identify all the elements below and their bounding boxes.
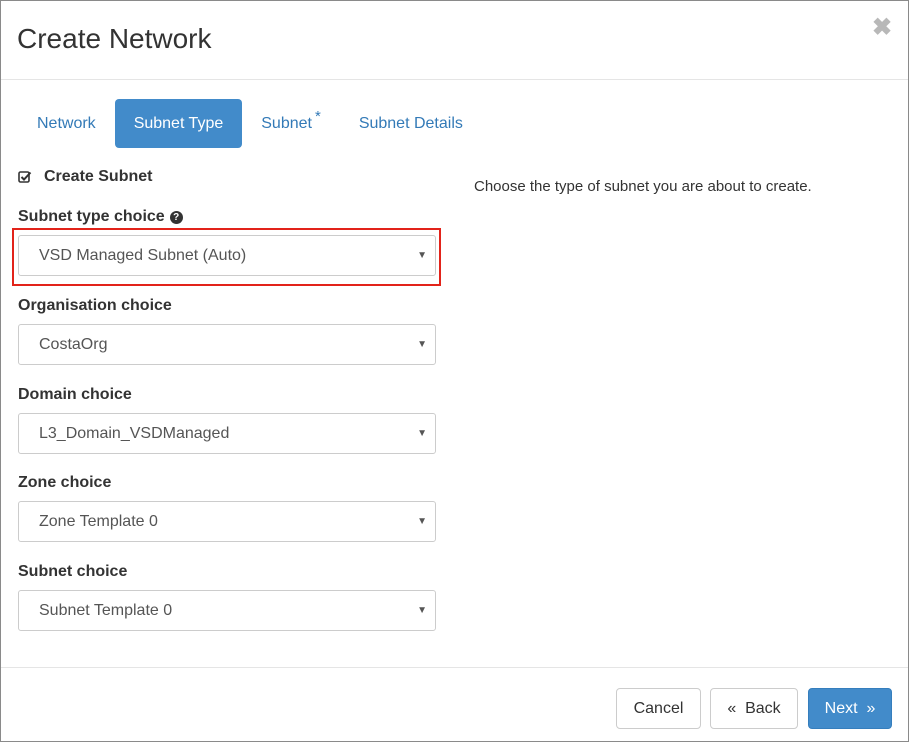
dialog-footer: Cancel « Back Next » (1, 667, 908, 741)
tab-label: Subnet Details (358, 115, 463, 132)
zone-value: Zone Template 0 (39, 513, 158, 530)
cancel-button[interactable]: Cancel (616, 688, 701, 729)
subnet-select[interactable]: Subnet Template 0 ▼ (18, 590, 436, 631)
close-icon[interactable]: ✖ (872, 16, 892, 40)
subnet-type-label-text: Subnet type choice (18, 208, 165, 225)
tab-subnet-type[interactable]: Subnet Type (114, 99, 243, 148)
create-network-dialog: Create Network ✖ Network Subnet Type Sub… (0, 0, 909, 742)
domain-value: L3_Domain_VSDManaged (39, 425, 230, 442)
caret-down-icon: ▼ (417, 516, 427, 527)
domain-label: Domain choice (18, 386, 132, 403)
tab-label: Subnet (261, 115, 312, 132)
checkbox-checked-icon[interactable] (18, 170, 32, 184)
caret-down-icon: ▼ (417, 250, 427, 261)
tab-label: Network (37, 115, 96, 132)
zone-label: Zone choice (18, 474, 112, 491)
tab-label: Subnet Type (133, 115, 224, 132)
question-circle-icon[interactable]: ? (169, 210, 183, 224)
caret-down-icon: ▼ (417, 605, 427, 616)
next-button[interactable]: Next » (808, 688, 892, 729)
organisation-select[interactable]: CostaOrg ▼ (18, 324, 436, 365)
caret-down-icon: ▼ (417, 428, 427, 439)
help-description: Choose the type of subnet you are about … (474, 178, 812, 195)
organisation-value: CostaOrg (39, 336, 108, 353)
dialog-header: Create Network ✖ (1, 1, 908, 80)
subnet-type-value: VSD Managed Subnet (Auto) (39, 247, 247, 264)
subnet-type-select[interactable]: VSD Managed Subnet (Auto) ▼ (18, 235, 436, 276)
organisation-label: Organisation choice (18, 297, 172, 314)
subnet-label: Subnet choice (18, 563, 128, 580)
create-subnet-label: Create Subnet (44, 168, 153, 185)
subnet-type-label: Subnet type choice ? (18, 208, 183, 226)
wizard-tabs: Network Subnet Type Subnet * Subnet Detai… (18, 99, 482, 148)
caret-down-icon: ▼ (417, 339, 427, 350)
subnet-value: Subnet Template 0 (39, 602, 173, 619)
create-subnet-checkbox[interactable]: Create Subnet (18, 167, 152, 187)
required-asterisk: * (314, 108, 321, 125)
domain-select[interactable]: L3_Domain_VSDManaged ▼ (18, 413, 436, 454)
back-button[interactable]: « Back (710, 688, 798, 729)
tab-subnet[interactable]: Subnet * (242, 99, 340, 148)
dialog-title: Create Network (17, 23, 212, 54)
tab-subnet-details[interactable]: Subnet Details (340, 99, 482, 148)
tab-network[interactable]: Network (18, 99, 115, 148)
zone-select[interactable]: Zone Template 0 ▼ (18, 501, 436, 542)
